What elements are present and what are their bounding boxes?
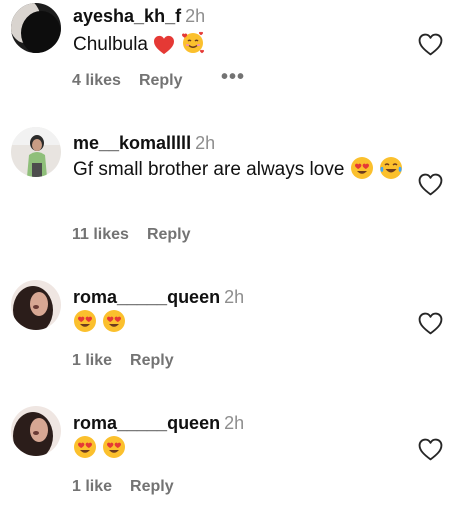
username[interactable]: roma_____queen bbox=[73, 413, 220, 433]
username[interactable]: roma_____queen bbox=[73, 287, 220, 307]
comment-meta: 1 like Reply bbox=[72, 352, 174, 370]
avatar[interactable] bbox=[11, 406, 61, 456]
likes-count[interactable]: 4 likes bbox=[72, 72, 121, 89]
timestamp: 2h bbox=[224, 287, 245, 307]
comment-header: me__komalllll 2h bbox=[73, 133, 215, 154]
comment-meta: 4 likes Reply bbox=[72, 72, 183, 90]
comment-body: Gf small brother are always love bbox=[73, 159, 345, 180]
reply-button[interactable]: Reply bbox=[139, 72, 183, 89]
more-options-icon[interactable]: ••• bbox=[221, 66, 245, 89]
avatar[interactable] bbox=[11, 280, 61, 330]
timestamp: 2h bbox=[185, 6, 206, 26]
timestamp: 2h bbox=[195, 133, 216, 153]
reply-button[interactable]: Reply bbox=[130, 352, 174, 369]
smiling-face-with-hearts-icon bbox=[181, 31, 205, 55]
comment-body: Chulbula bbox=[73, 34, 148, 55]
timestamp: 2h bbox=[224, 413, 245, 433]
heart-eyes-icon bbox=[102, 435, 126, 459]
likes-count[interactable]: 11 likes bbox=[72, 226, 129, 243]
comment-text: Chulbula bbox=[73, 31, 205, 59]
comment-meta: 1 like Reply bbox=[72, 478, 174, 496]
like-heart-icon[interactable] bbox=[418, 33, 443, 56]
heart-eyes-icon bbox=[350, 156, 374, 180]
comment-text bbox=[73, 309, 126, 337]
username[interactable]: ayesha_kh_f bbox=[73, 6, 181, 26]
like-heart-icon[interactable] bbox=[418, 438, 443, 461]
tears-of-joy-icon bbox=[379, 156, 403, 180]
heart-eyes-icon bbox=[102, 309, 126, 333]
like-heart-icon[interactable] bbox=[418, 312, 443, 335]
likes-count[interactable]: 1 like bbox=[72, 478, 112, 495]
like-heart-icon[interactable] bbox=[418, 173, 443, 196]
red-heart-icon bbox=[153, 35, 175, 55]
avatar[interactable] bbox=[11, 127, 61, 177]
heart-eyes-icon bbox=[73, 309, 97, 333]
comment-text: Gf small brother are always love bbox=[73, 156, 413, 184]
username[interactable]: me__komalllll bbox=[73, 133, 191, 153]
comment-meta: 11 likes Reply bbox=[72, 226, 191, 244]
heart-eyes-icon bbox=[73, 435, 97, 459]
comment-header: roma_____queen 2h bbox=[73, 287, 244, 308]
reply-button[interactable]: Reply bbox=[130, 478, 174, 495]
comment-header: roma_____queen 2h bbox=[73, 413, 244, 434]
comment-text bbox=[73, 435, 126, 463]
avatar[interactable] bbox=[11, 3, 61, 53]
reply-button[interactable]: Reply bbox=[147, 226, 191, 243]
comment-header: ayesha_kh_f 2h bbox=[73, 6, 205, 27]
likes-count[interactable]: 1 like bbox=[72, 352, 112, 369]
